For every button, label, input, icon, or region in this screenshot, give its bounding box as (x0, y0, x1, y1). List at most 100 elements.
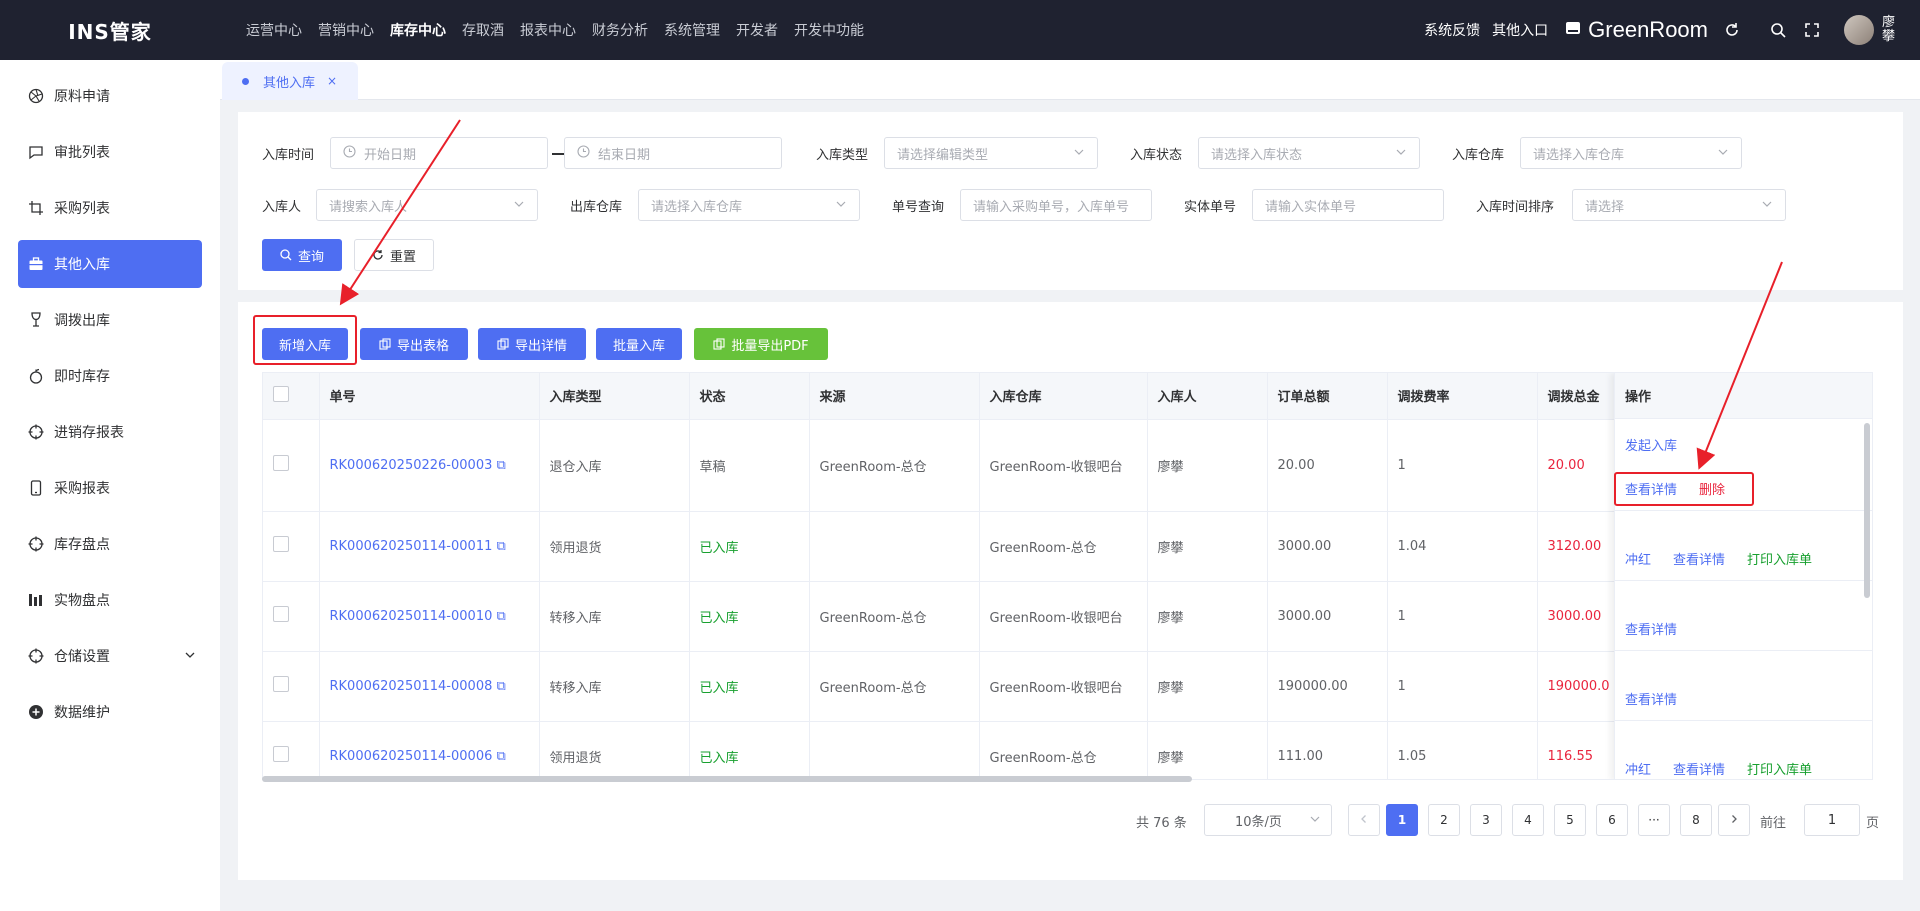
reverse-link[interactable]: 冲红 (1625, 759, 1651, 778)
in-warehouse-label: 入库仓库 (1452, 148, 1505, 163)
row-checkbox[interactable] (273, 746, 289, 762)
sidebar-item-realtime-stock[interactable]: 即时库存 (18, 352, 202, 400)
sidebar-item-material-request[interactable]: 原料申请 (18, 72, 202, 120)
avatar[interactable] (1844, 15, 1874, 45)
prev-page-button[interactable] (1348, 804, 1380, 836)
order-query-input[interactable]: 请输入采购单号，入库单号 (960, 189, 1152, 221)
fullscreen-icon[interactable] (1802, 20, 1822, 40)
vertical-scrollbar[interactable] (1864, 423, 1870, 598)
page-5-button[interactable]: 5 (1554, 804, 1586, 836)
in-type-select[interactable]: 请选择编辑类型 (884, 137, 1098, 169)
sidebar-item-physical-count[interactable]: 实物盘点 (18, 576, 202, 624)
reset-button[interactable]: 重置 (354, 239, 434, 271)
sidebar-item-approval-list[interactable]: 审批列表 (18, 128, 202, 176)
page-8-button[interactable]: 8 (1680, 804, 1712, 836)
col-status[interactable]: 状态 (689, 373, 810, 420)
copy-icon[interactable]: ⧉ (497, 458, 506, 473)
row-checkbox[interactable] (273, 676, 289, 692)
nav-system[interactable]: 系统管理 (664, 20, 720, 40)
in-status-select[interactable]: 请选择入库状态 (1198, 137, 1420, 169)
total-cell: 111.00 (1267, 721, 1388, 779)
page-more-button[interactable]: ··· (1638, 804, 1670, 836)
col-transfer-rate[interactable]: 调拨费率 (1387, 373, 1538, 420)
copy-icon[interactable]: ⧉ (497, 679, 506, 694)
tab-other-inbound[interactable]: 其他入库 × (222, 62, 358, 100)
sidebar-item-purchase-report[interactable]: 采购报表 (18, 464, 202, 512)
reverse-link[interactable]: 冲红 (1625, 549, 1651, 568)
row-checkbox[interactable] (273, 455, 289, 471)
out-warehouse-select[interactable]: 请选择入库仓库 (638, 189, 860, 221)
page-6-button[interactable]: 6 (1596, 804, 1628, 836)
col-in-type[interactable]: 入库类型 (539, 373, 690, 420)
nav-finance[interactable]: 财务分析 (592, 20, 648, 40)
close-icon[interactable]: × (327, 74, 337, 88)
search-icon[interactable] (1768, 20, 1788, 40)
sidebar-item-warehouse-settings[interactable]: 仓储设置 (18, 632, 202, 680)
view-detail-link[interactable]: 查看详情 (1625, 689, 1677, 708)
initiate-inbound-link[interactable]: 发起入库 (1625, 435, 1677, 454)
goto-page-input[interactable]: 1 (1804, 804, 1860, 836)
batch-export-pdf-button[interactable]: 批量导出PDF (694, 328, 828, 360)
nav-wine-storage[interactable]: 存取酒 (462, 20, 504, 40)
row-checkbox[interactable] (273, 606, 289, 622)
copy-icon[interactable]: ⧉ (497, 609, 506, 624)
time-sort-select[interactable]: 请选择 (1572, 189, 1786, 221)
copy-icon[interactable]: ⧉ (497, 749, 506, 764)
rate-cell: 1 (1387, 651, 1538, 722)
page-4-button[interactable]: 4 (1512, 804, 1544, 836)
refresh-icon[interactable] (1722, 20, 1742, 40)
sidebar-item-inventory-report[interactable]: 进销存报表 (18, 408, 202, 456)
feedback-link[interactable]: 系统反馈 (1424, 20, 1480, 40)
query-button[interactable]: 查询 (262, 239, 342, 271)
sidebar-item-transfer-out[interactable]: 调拨出库 (18, 296, 202, 344)
view-detail-link[interactable]: 查看详情 (1673, 759, 1725, 778)
sidebar-item-other-inbound[interactable]: 其他入库 (18, 240, 202, 288)
nav-inventory[interactable]: 库存中心 (390, 20, 446, 40)
order-no-link[interactable]: RK000620250114-00010 (330, 609, 493, 624)
col-in-person[interactable]: 入库人 (1147, 373, 1268, 420)
other-entry-link[interactable]: 其他入口 (1492, 20, 1548, 40)
nav-reports[interactable]: 报表中心 (520, 20, 576, 40)
nav-dev-features[interactable]: 开发中功能 (794, 20, 864, 40)
plus-circle-icon (28, 704, 44, 720)
order-no-link[interactable]: RK000620250114-00006 (330, 749, 493, 764)
page-3-button[interactable]: 3 (1470, 804, 1502, 836)
page-1-button[interactable]: 1 (1386, 804, 1418, 836)
view-detail-link[interactable]: 查看详情 (1625, 619, 1677, 638)
start-date-input[interactable]: 开始日期 (330, 137, 548, 169)
page-size-select[interactable]: 10条/页 (1204, 804, 1332, 836)
horizontal-scrollbar[interactable] (262, 776, 1192, 782)
nav-marketing[interactable]: 营销中心 (318, 20, 374, 40)
select-all-checkbox[interactable] (273, 385, 289, 402)
batch-inbound-button[interactable]: 批量入库 (596, 328, 682, 360)
entity-no-input[interactable]: 请输入实体单号 (1252, 189, 1444, 221)
order-no-link[interactable]: RK000620250114-00011 (330, 539, 493, 554)
export-table-button[interactable]: 导出表格 (360, 328, 468, 360)
col-in-warehouse[interactable]: 入库仓库 (979, 373, 1148, 420)
col-source[interactable]: 来源 (809, 373, 980, 420)
col-order-no[interactable]: 单号 (319, 373, 540, 420)
username[interactable]: 廖攀 (1882, 16, 1896, 44)
order-no-link[interactable]: RK000620250226-00003 (330, 458, 493, 473)
sidebar-item-purchase-list[interactable]: 采购列表 (18, 184, 202, 232)
sidebar-item-stock-count[interactable]: 库存盘点 (18, 520, 202, 568)
end-date-input[interactable]: 结束日期 (564, 137, 782, 169)
print-inbound-link[interactable]: 打印入库单 (1747, 759, 1812, 778)
next-page-button[interactable] (1718, 804, 1750, 836)
page-2-button[interactable]: 2 (1428, 804, 1460, 836)
chevron-down-icon[interactable] (184, 649, 196, 665)
copy-icon[interactable]: ⧉ (497, 539, 506, 554)
nav-operations[interactable]: 运营中心 (246, 20, 302, 40)
app-logo[interactable]: INS管家 (0, 16, 220, 45)
sidebar-item-data-maintenance[interactable]: 数据维护 (18, 688, 202, 736)
row-checkbox[interactable] (273, 536, 289, 552)
col-order-total[interactable]: 订单总额 (1267, 373, 1388, 420)
nav-developer[interactable]: 开发者 (736, 20, 778, 40)
order-no-link[interactable]: RK000620250114-00008 (330, 679, 493, 694)
print-inbound-link[interactable]: 打印入库单 (1747, 549, 1812, 568)
in-person-select[interactable]: 请搜索入库人 (316, 189, 538, 221)
store-switcher[interactable]: GreenRoom (1564, 17, 1708, 43)
view-detail-link[interactable]: 查看详情 (1673, 549, 1725, 568)
export-detail-button[interactable]: 导出详情 (478, 328, 586, 360)
in-warehouse-select[interactable]: 请选择入库仓库 (1520, 137, 1742, 169)
